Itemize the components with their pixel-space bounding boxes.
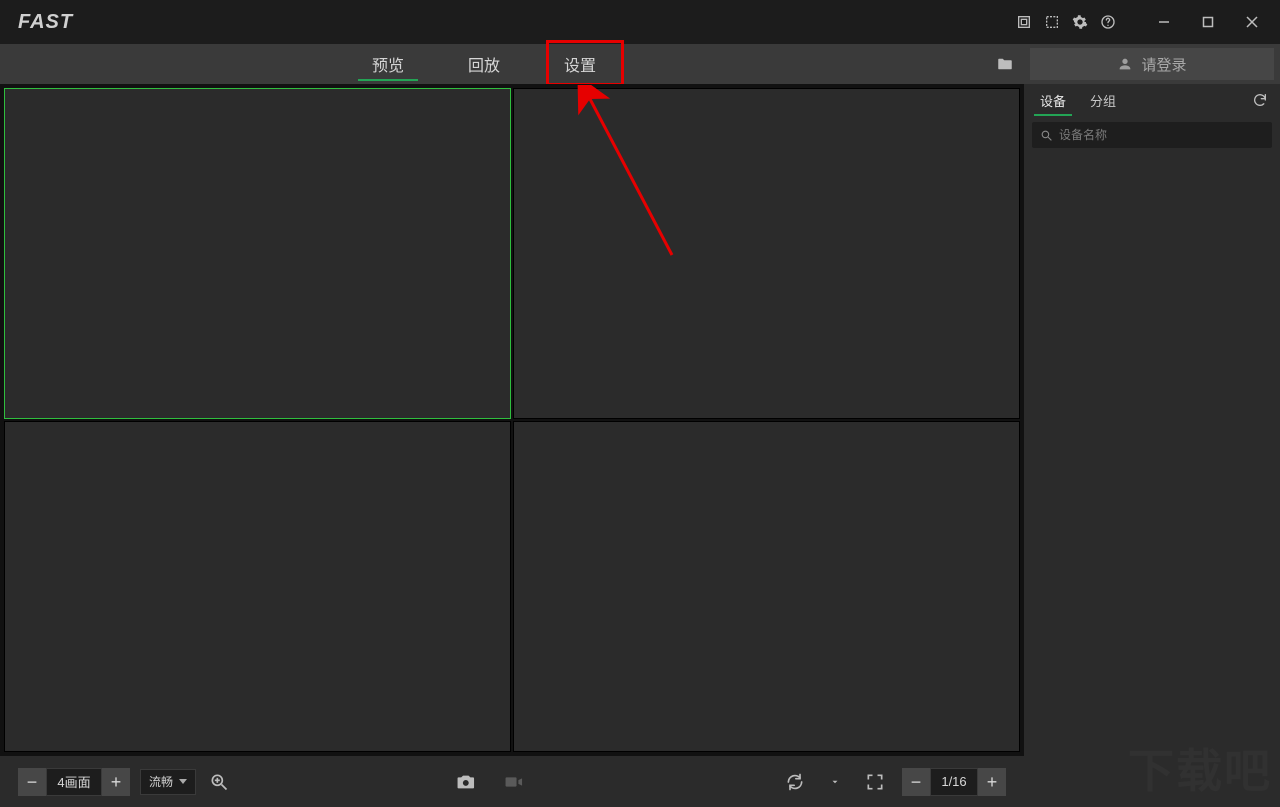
bottom-toolbar: − 4画面 + 流畅 − 1/16 + bbox=[0, 756, 1024, 807]
tab-settings[interactable]: 设置 bbox=[532, 44, 628, 84]
main-tabs: 预览 回放 设置 bbox=[340, 44, 628, 84]
bottom-right-controls: − 1/16 + bbox=[782, 768, 1006, 796]
bottom-center-controls bbox=[453, 769, 527, 795]
zoom-in-button[interactable] bbox=[206, 769, 232, 795]
stream-quality-select[interactable]: 流畅 bbox=[140, 769, 196, 795]
video-cell-3[interactable] bbox=[4, 421, 511, 752]
layout-decrease-button[interactable]: − bbox=[18, 768, 46, 796]
help-icon[interactable] bbox=[1094, 8, 1122, 36]
folder-button[interactable] bbox=[988, 50, 1022, 78]
video-grid bbox=[4, 88, 1020, 752]
layout-increase-button[interactable]: + bbox=[102, 768, 130, 796]
tab-preview-label: 预览 bbox=[372, 52, 404, 76]
preview-area bbox=[0, 84, 1024, 756]
app-logo: FAST bbox=[18, 11, 73, 34]
login-button[interactable]: 请登录 bbox=[1030, 48, 1274, 80]
video-cell-2[interactable] bbox=[513, 88, 1020, 419]
tab-preview[interactable]: 预览 bbox=[340, 44, 436, 84]
layout-stepper: − 4画面 + bbox=[18, 768, 130, 796]
sidebar-tab-groups[interactable]: 分组 bbox=[1084, 91, 1122, 110]
page-value: 1/16 bbox=[930, 768, 978, 796]
search-icon bbox=[1040, 129, 1053, 142]
refresh-button[interactable] bbox=[1250, 90, 1270, 110]
user-icon bbox=[1117, 56, 1133, 72]
minimize-button[interactable] bbox=[1142, 6, 1186, 38]
cycle-button[interactable] bbox=[782, 769, 808, 795]
device-search-input[interactable] bbox=[1059, 128, 1264, 142]
chevron-down-icon bbox=[179, 779, 187, 784]
fullscreen-button[interactable] bbox=[862, 769, 888, 795]
maximize-button[interactable] bbox=[1186, 6, 1230, 38]
tab-playback[interactable]: 回放 bbox=[436, 44, 532, 84]
sidebar-search[interactable] bbox=[1032, 122, 1272, 148]
stream-quality-label: 流畅 bbox=[149, 773, 173, 790]
title-bar-right bbox=[1010, 6, 1280, 38]
layout-value: 4画面 bbox=[46, 768, 102, 796]
snapshot-button[interactable] bbox=[453, 769, 479, 795]
tab-playback-label: 回放 bbox=[468, 52, 500, 76]
page-prev-button[interactable]: − bbox=[902, 768, 930, 796]
close-button[interactable] bbox=[1230, 6, 1274, 38]
title-bar: FAST bbox=[0, 0, 1280, 44]
login-label: 请登录 bbox=[1141, 54, 1186, 75]
page-stepper: − 1/16 + bbox=[902, 768, 1006, 796]
nav-right: 请登录 bbox=[988, 44, 1280, 84]
page-next-button[interactable]: + bbox=[978, 768, 1006, 796]
screenshot-tool-icon[interactable] bbox=[1010, 8, 1038, 36]
video-cell-1[interactable] bbox=[4, 88, 511, 419]
sidebar: 设备 分组 bbox=[1024, 84, 1280, 807]
record-button[interactable] bbox=[501, 769, 527, 795]
sidebar-tab-devices[interactable]: 设备 bbox=[1034, 91, 1072, 110]
tab-settings-label: 设置 bbox=[564, 52, 596, 76]
nav-bar: 预览 回放 设置 请登录 bbox=[0, 44, 1280, 84]
layout-tool-icon[interactable] bbox=[1038, 8, 1066, 36]
gear-icon[interactable] bbox=[1066, 8, 1094, 36]
chevron-down-small-icon[interactable] bbox=[822, 769, 848, 795]
sidebar-header: 设备 分组 bbox=[1024, 84, 1280, 116]
video-cell-4[interactable] bbox=[513, 421, 1020, 752]
